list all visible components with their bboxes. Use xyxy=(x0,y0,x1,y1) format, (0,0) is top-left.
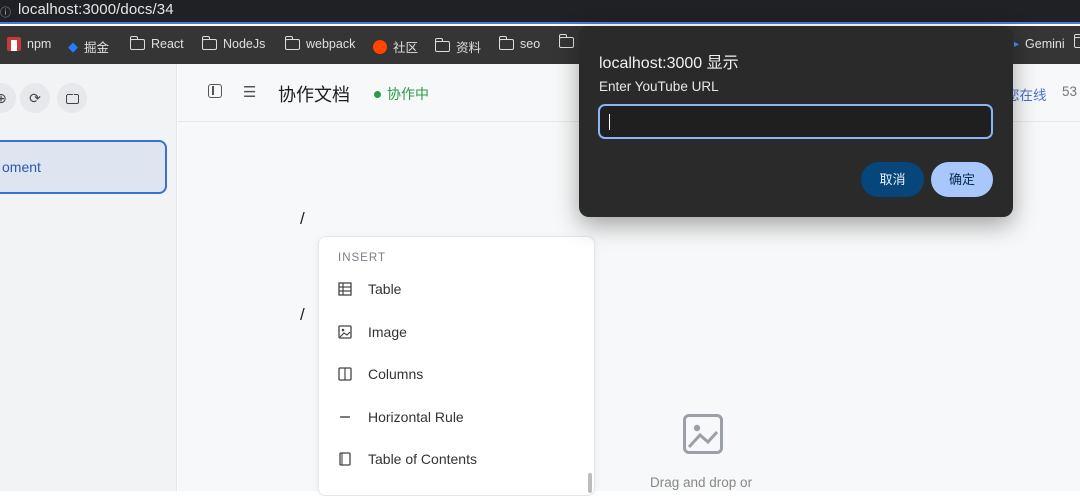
folder-icon xyxy=(130,35,145,50)
add-doc-button[interactable]: ⊕ xyxy=(0,83,16,113)
bookmark-gemini[interactable]: ▸ Gemini xyxy=(1014,37,1065,51)
insert-menu-header: INSERT xyxy=(338,252,386,264)
menu-item-table[interactable]: Table xyxy=(338,277,401,301)
menu-item-label: Table xyxy=(368,281,402,297)
menu-item-table-of-contents[interactable]: Table of Contents xyxy=(338,447,477,471)
word-count: 53 xyxy=(1062,84,1078,99)
columns-icon xyxy=(338,367,352,381)
dialog-title: localhost:3000 显示 xyxy=(599,55,739,72)
horizontal-rule-icon xyxy=(338,410,352,424)
folder-icon xyxy=(499,35,514,50)
bookmark-label: NodeJs xyxy=(223,37,266,51)
folder-icon xyxy=(285,35,300,50)
folder-icon xyxy=(202,35,217,50)
menu-scrollbar[interactable] xyxy=(588,473,592,493)
image-icon xyxy=(338,325,352,339)
menu-item-image[interactable]: Image xyxy=(338,320,407,344)
editor-slash-text[interactable]: / xyxy=(300,305,305,325)
refresh-icon: ⟳ xyxy=(29,90,41,106)
folder-icon xyxy=(65,91,79,105)
bookmark-community[interactable]: 社区 xyxy=(373,37,418,56)
sidebar-doc-item[interactable]: oment xyxy=(0,140,167,194)
menu-item-label: Columns xyxy=(368,366,424,382)
image-upload-icon[interactable] xyxy=(683,414,723,454)
book-icon xyxy=(338,452,352,466)
bookmark-label: seo xyxy=(520,37,541,51)
bookmark-label: React xyxy=(151,37,184,51)
youtube-url-input[interactable] xyxy=(598,104,993,139)
status-label: 协作中 xyxy=(387,86,429,102)
menu-item-horizontal-rule[interactable]: Horizontal Rule xyxy=(338,405,464,429)
bookmark-folder[interactable] xyxy=(559,34,574,48)
bookmark-label: 社区 xyxy=(393,41,419,55)
bookmark-juejin[interactable]: ◆ 掘金 xyxy=(68,37,109,56)
bookmark-nodejs[interactable]: NodeJs xyxy=(202,35,266,51)
confirm-button[interactable]: 确定 xyxy=(931,162,993,197)
cancel-button[interactable]: 取消 xyxy=(861,162,924,197)
folder-button[interactable] xyxy=(57,83,87,113)
bookmark-label: 掘金 xyxy=(84,41,110,55)
status-dot-icon xyxy=(374,90,381,98)
sidebar: ⊕ ⟳ oment xyxy=(0,64,177,491)
site-info-icon[interactable]: ⓘ xyxy=(0,4,12,19)
bookmark-react[interactable]: React xyxy=(130,35,184,51)
gemini-icon: ▸ xyxy=(1014,38,1020,50)
prompt-dialog: localhost:3000 显示 Enter YouTube URL 取消 确… xyxy=(579,26,1013,217)
bookmark-npm[interactable]: npm xyxy=(7,37,51,51)
bookmark-label: 资料 xyxy=(456,41,482,55)
sidebar-doc-label: oment xyxy=(2,159,41,175)
drag-drop-hint: Drag and drop or xyxy=(650,475,753,490)
reddit-icon xyxy=(373,39,387,54)
menu-item-label: Table of Contents xyxy=(368,451,477,467)
address-bar[interactable]: ⓘ localhost:3000/docs/34 xyxy=(0,0,1080,24)
dialog-message: Enter YouTube URL xyxy=(599,79,719,94)
bookmark-webpack[interactable]: webpack xyxy=(285,35,356,51)
folder-icon xyxy=(1074,34,1080,48)
refresh-button[interactable]: ⟳ xyxy=(20,83,50,113)
editor-slash-text[interactable]: / xyxy=(300,209,305,229)
bookmark-folder-more[interactable] xyxy=(1074,34,1080,48)
table-icon xyxy=(338,282,352,296)
juejin-icon: ◆ xyxy=(68,38,78,54)
collab-status: 协作中 xyxy=(374,84,429,104)
insert-menu: INSERT Table Image Columns Horizontal Ru… xyxy=(318,236,595,496)
url-text[interactable]: localhost:3000/docs/34 xyxy=(18,1,174,18)
bookmark-seo[interactable]: seo xyxy=(499,35,541,51)
bookmark-label: Gemini xyxy=(1025,37,1065,51)
bookmark-label: webpack xyxy=(306,37,356,51)
menu-item-columns[interactable]: Columns xyxy=(338,362,423,386)
bookmark-resources[interactable]: 资料 xyxy=(435,37,481,56)
folder-icon xyxy=(559,34,574,48)
menu-item-label: Horizontal Rule xyxy=(368,409,464,425)
text-caret xyxy=(609,114,610,130)
page-title: 协作文档 xyxy=(278,85,350,105)
menu-item-label: Image xyxy=(368,324,407,340)
bookmark-label: npm xyxy=(27,37,52,51)
npm-icon xyxy=(7,37,21,51)
folder-icon xyxy=(435,38,450,52)
toggle-sidebar-icon[interactable] xyxy=(208,84,222,98)
outline-list-icon[interactable]: ☰ xyxy=(243,83,256,101)
